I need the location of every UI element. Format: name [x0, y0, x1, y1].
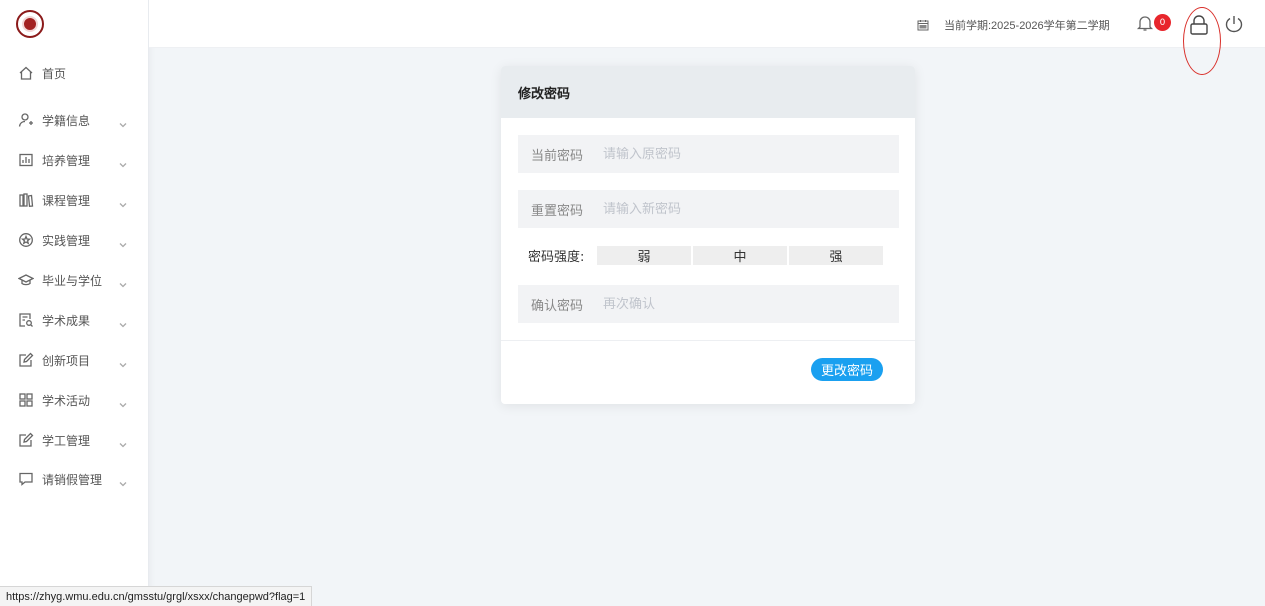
home-icon: [18, 65, 34, 81]
new-password-input[interactable]: [603, 201, 883, 217]
lock-icon[interactable]: [1188, 14, 1210, 36]
chevron-down-icon: [118, 355, 128, 368]
new-password-field: 重置密码: [518, 190, 899, 228]
graduation-cap-icon: [18, 272, 34, 288]
edit-icon: [18, 352, 34, 368]
chevron-down-icon: [118, 235, 128, 248]
dialog-header: 修改密码: [501, 66, 915, 118]
star-circle-icon: [18, 232, 34, 248]
chat-icon: [18, 471, 34, 487]
sidebar-item-achievements[interactable]: 学术成果: [0, 300, 148, 340]
confirm-password-input[interactable]: [603, 296, 883, 312]
current-password-field: 当前密码: [518, 135, 899, 173]
confirm-password-field: 确认密码: [518, 285, 899, 323]
sidebar-item-label: 实践管理: [42, 233, 91, 248]
change-password-dialog: 修改密码 当前密码 重置密码 密码强度: 弱 中 强 确认密码 更改密码: [501, 66, 915, 404]
university-logo[interactable]: [16, 10, 44, 38]
power-icon[interactable]: [1224, 14, 1244, 34]
field-label: 重置密码: [531, 203, 584, 219]
field-label: 当前密码: [531, 148, 584, 164]
edit-icon: [18, 432, 34, 448]
chevron-down-icon: [118, 115, 128, 128]
sidebar: 首页 学籍信息 培养管理 课程管理 实践管理 毕业与学位 学术成果 创新项目 学…: [0, 0, 149, 606]
calendar-icon: [917, 16, 929, 31]
sidebar-item-label: 学术活动: [42, 393, 91, 408]
sidebar-item-label: 学籍信息: [42, 113, 91, 128]
chevron-down-icon: [118, 155, 128, 168]
sidebar-item-practice[interactable]: 实践管理: [0, 220, 148, 260]
bell-icon[interactable]: [1136, 14, 1154, 32]
sidebar-item-label: 课程管理: [42, 193, 91, 208]
sidebar-item-label: 学工管理: [42, 433, 91, 448]
sidebar-item-label: 请销假管理: [42, 472, 103, 487]
sidebar-item-student-affairs[interactable]: 学工管理: [0, 420, 148, 460]
strength-medium: 中: [693, 246, 787, 265]
chevron-down-icon: [118, 195, 128, 208]
page: 首页 学籍信息 培养管理 课程管理 实践管理 毕业与学位 学术成果 创新项目 学…: [0, 0, 1265, 606]
strength-label: 密码强度:: [528, 250, 585, 265]
grid-icon: [18, 392, 34, 408]
books-icon: [18, 192, 34, 208]
sidebar-item-student-status[interactable]: 学籍信息: [0, 100, 148, 140]
sidebar-item-label: 首页: [42, 66, 67, 81]
strength-strong: 强: [789, 246, 883, 265]
logo-emblem: [22, 16, 38, 32]
chart-doc-icon: [18, 152, 34, 168]
notification-badge: 0: [1154, 14, 1171, 31]
search-doc-icon: [18, 312, 34, 328]
browser-status-url: https://zhyg.wmu.edu.cn/gmsstu/grgl/xsxx…: [0, 586, 313, 606]
sidebar-item-label: 学术成果: [42, 313, 91, 328]
chevron-down-icon: [118, 395, 128, 408]
sidebar-item-training[interactable]: 培养管理: [0, 140, 148, 180]
sidebar-item-graduation[interactable]: 毕业与学位: [0, 260, 148, 300]
dialog-divider: [501, 340, 915, 341]
sidebar-item-activities[interactable]: 学术活动: [0, 380, 148, 420]
sidebar-item-leave[interactable]: 请销假管理: [0, 459, 148, 499]
chevron-down-icon: [118, 315, 128, 328]
current-term: 当前学期:2025-2026学年第二学期: [944, 20, 1110, 32]
sidebar-item-courses[interactable]: 课程管理: [0, 180, 148, 220]
chevron-down-icon: [118, 275, 128, 288]
sidebar-item-home[interactable]: 首页: [0, 53, 148, 93]
chevron-down-icon: [118, 435, 128, 448]
top-header: 当前学期:2025-2026学年第二学期 0: [149, 0, 1265, 75]
sidebar-item-label: 创新项目: [42, 353, 91, 368]
change-password-button[interactable]: 更改密码: [811, 358, 883, 381]
user-add-icon: [18, 112, 34, 128]
field-label: 确认密码: [531, 298, 584, 314]
chevron-down-icon: [118, 474, 128, 487]
sidebar-item-label: 毕业与学位: [42, 273, 103, 288]
password-strength-meter: 密码强度: 弱 中 强: [528, 246, 885, 265]
dialog-title: 修改密码: [518, 86, 571, 102]
current-password-input[interactable]: [603, 146, 883, 162]
strength-weak: 弱: [597, 246, 691, 265]
sidebar-item-innovation[interactable]: 创新项目: [0, 340, 148, 380]
sidebar-item-label: 培养管理: [42, 153, 91, 168]
